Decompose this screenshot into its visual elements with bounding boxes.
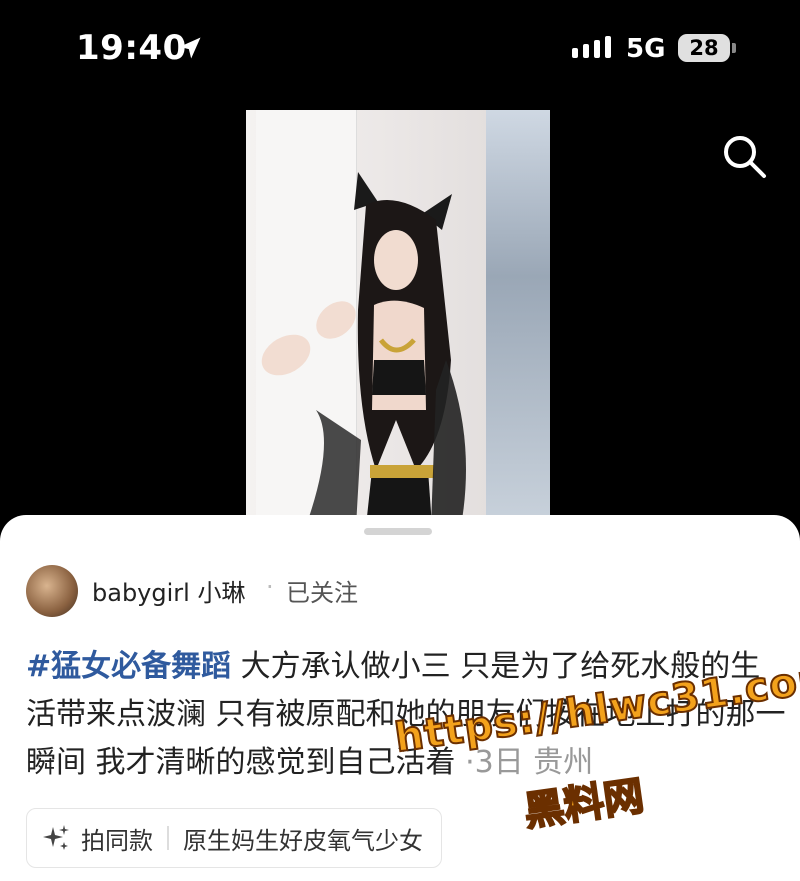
battery-tip [732, 43, 736, 53]
search-icon[interactable] [720, 132, 768, 180]
hashtag-link[interactable]: #猛女必备舞蹈 [26, 649, 231, 684]
template-name: 原生妈生好皮氧气少女 [183, 826, 423, 855]
network-type: 5G [626, 34, 666, 64]
avatar[interactable] [26, 565, 78, 617]
chip-divider [167, 826, 169, 850]
status-bar: 19:40 5G 28 [0, 0, 800, 100]
battery-icon: 28 [678, 34, 730, 62]
sheet-drag-handle[interactable] [364, 528, 432, 535]
separator-dot: · [266, 573, 274, 601]
signal-icon [572, 36, 611, 58]
follow-status[interactable]: 已关注 [286, 573, 358, 608]
template-chip[interactable]: 拍同款 原生妈生好皮氧气少女 [26, 808, 442, 868]
video-player[interactable] [246, 110, 550, 526]
location-arrow-icon [179, 37, 201, 59]
author-name[interactable]: babygirl 小琳 [92, 573, 245, 608]
cosplay-dancer-image [261, 172, 466, 526]
sparkle-icon [43, 825, 69, 850]
template-action-label: 拍同款 [81, 826, 153, 855]
status-time: 19:40 [76, 28, 187, 68]
